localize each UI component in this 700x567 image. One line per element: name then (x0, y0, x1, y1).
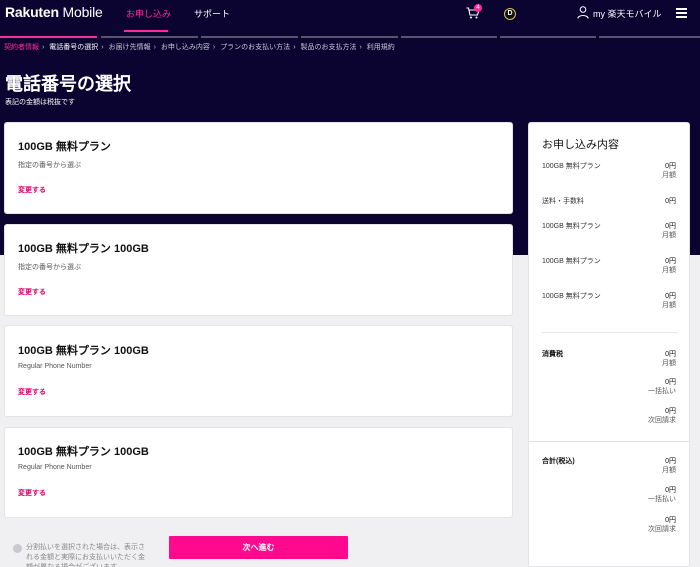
breadcrumb-item[interactable]: 契約者情報 (4, 44, 39, 51)
breadcrumb-item: お届け先情報 (108, 44, 151, 51)
summary-title: お申し込み内容 (542, 139, 619, 151)
plan-title: 100GB 無料プラン 100GB (18, 345, 149, 357)
plan-card: 100GB 無料プラン 100GB Regular Phone Number 変… (4, 325, 513, 417)
total-unit: 次回請求 (648, 526, 676, 533)
breadcrumb-separator-icon: › (101, 44, 104, 51)
installment-note: 分割払いを選択された場合は、表示される金額と実際にお支払いいただく金額が異なる場… (26, 544, 145, 567)
progress-step-2 (101, 36, 198, 38)
total-unit: 一括払い (648, 496, 676, 503)
user-icon[interactable] (577, 6, 589, 19)
plan-title: 100GB 無料プラン 100GB (18, 243, 149, 255)
plan-number-type: Regular Phone Number (18, 464, 92, 471)
order-summary-panel: お申し込み内容 100GB 無料プラン 0円 月額 送料・手数料 0円 100G… (528, 122, 690, 567)
plan-card: 100GB 無料プラン 100GB 指定の番号から選ぶ 変更する (4, 224, 513, 316)
my-rakuten-mobile-link[interactable]: my 楽天モバイル (593, 7, 662, 20)
page-title: 電話番号の選択 (5, 74, 131, 94)
progress-step-6 (500, 36, 596, 38)
cart-count-badge: 4 (474, 4, 482, 12)
progress-step-7 (599, 36, 700, 38)
plan-title: 100GB 無料プラン (18, 141, 111, 153)
plan-title: 100GB 無料プラン 100GB (18, 446, 149, 458)
summary-item-unit: 月額 (662, 267, 676, 274)
plan-card: 100GB 無料プラン 指定の番号から選ぶ 変更する (4, 122, 513, 214)
tax-label: 消費税 (542, 351, 563, 358)
progress-step-3 (201, 36, 298, 38)
d-point-icon[interactable]: D (504, 8, 516, 20)
breadcrumb-item: プランのお支払い方法 (220, 44, 291, 51)
plan-number-type: Regular Phone Number (18, 363, 92, 370)
tax-unit: 月額 (662, 360, 676, 367)
change-link[interactable]: 変更する (18, 287, 46, 297)
progress-step-1 (0, 36, 97, 38)
summary-item-label: 100GB 無料プラン (542, 258, 601, 265)
summary-item-label: 100GB 無料プラン (542, 163, 601, 170)
breadcrumb-item: お申し込み内容 (160, 44, 210, 51)
plan-card: 100GB 無料プラン 100GB Regular Phone Number 変… (4, 427, 513, 518)
summary-divider (542, 332, 678, 333)
tax-unit: 一括払い (648, 388, 676, 395)
summary-item-amount: 0円 (665, 198, 676, 205)
total-unit: 月額 (662, 467, 676, 474)
top-navigation: Rakuten Mobile お申し込み サポート 4 D my 楽天モバイル (0, 0, 700, 36)
summary-item-label: 100GB 無料プラン (542, 293, 601, 300)
progress-step-5 (401, 36, 497, 38)
info-icon (13, 544, 22, 553)
change-link[interactable]: 変更する (18, 185, 46, 195)
breadcrumb-item: 利用規約 (366, 44, 395, 51)
plan-number-type: 指定の番号から選ぶ (18, 264, 81, 271)
breadcrumb: 契約者情報 › 電話番号の選択 › お届け先情報 › お申し込み内容 › プランのお支払… (4, 42, 395, 52)
summary-item-unit: 月額 (662, 172, 676, 179)
total-label: 合計(税込) (542, 458, 575, 465)
tax-unit: 次回請求 (648, 417, 676, 424)
nav-active-underline (124, 30, 168, 32)
breadcrumb-separator-icon: › (359, 44, 362, 51)
breadcrumb-item: 製品のお支払方法 (300, 44, 357, 51)
next-button[interactable]: 次へ進む (169, 536, 348, 559)
breadcrumb-separator-icon: › (153, 44, 156, 51)
breadcrumb-separator-icon: › (212, 44, 216, 51)
breadcrumb-separator-icon: › (293, 44, 296, 51)
summary-item-label: 送料・手数料 (542, 198, 584, 205)
logo-product: Mobile (58, 4, 103, 20)
menu-icon[interactable] (676, 8, 687, 18)
summary-item-label: 100GB 無料プラン (542, 223, 601, 230)
nav-support[interactable]: サポート (194, 7, 230, 20)
logo-brand: Rakuten (5, 4, 59, 20)
nav-apply[interactable]: お申し込み (126, 7, 171, 20)
progress-step-4 (301, 36, 398, 38)
page-subtitle: 表記の金額は税抜です (5, 99, 75, 106)
change-link[interactable]: 変更する (18, 387, 46, 397)
breadcrumb-item: 電話番号の選択 (49, 44, 99, 51)
plan-number-type: 指定の番号から選ぶ (18, 162, 81, 169)
change-link[interactable]: 変更する (18, 488, 46, 498)
summary-divider (529, 441, 689, 442)
rakuten-mobile-logo[interactable]: Rakuten Mobile (5, 4, 103, 20)
summary-item-unit: 月額 (662, 302, 676, 309)
summary-item-unit: 月額 (662, 232, 676, 239)
breadcrumb-separator-icon: › (42, 44, 45, 51)
